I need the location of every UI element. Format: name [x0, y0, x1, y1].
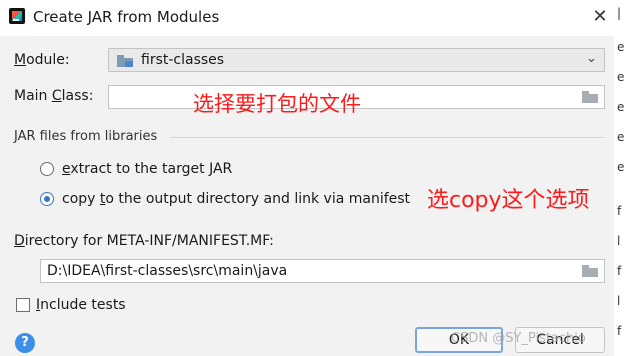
copy-radio[interactable]	[40, 192, 54, 206]
directory-label: Directory for META-INF/MANIFEST.MF:	[14, 233, 274, 249]
close-icon[interactable]: ✕	[590, 7, 610, 27]
module-folder-icon	[117, 55, 133, 67]
module-value: first-classes	[141, 52, 225, 68]
dialog-title: Create JAR from Modules	[33, 8, 220, 26]
help-button[interactable]: ?	[15, 333, 35, 353]
copy-label[interactable]: copy to the output directory and link vi…	[62, 191, 410, 207]
title-bar: Create JAR from Modules ✕	[0, 0, 614, 36]
directory-field[interactable]: D:\IDEA\first-classes\src\main\java	[40, 259, 605, 283]
include-tests-checkbox[interactable]	[16, 298, 30, 312]
watermark: CSDN @SY_Pistachio	[451, 331, 586, 346]
extract-radio[interactable]	[40, 162, 54, 176]
section-divider	[170, 137, 605, 138]
background-window-edge: | e e e eefl flf	[614, 0, 627, 356]
main-class-annotation: 选择要打包的文件	[193, 92, 361, 116]
module-select[interactable]: first-classes ⌄	[108, 48, 605, 72]
directory-value: D:\IDEA\first-classes\src\main\java	[47, 263, 288, 279]
intellij-idea-icon	[9, 8, 25, 24]
copy-annotation: 选copy这个选项	[427, 188, 590, 213]
include-tests-label[interactable]: Include tests	[36, 297, 126, 313]
jar-section-title: JAR files from libraries	[14, 129, 158, 144]
create-jar-dialog: Create JAR from Modules ✕ Module: first-…	[0, 0, 614, 356]
extract-label[interactable]: extract to the target JAR	[62, 161, 232, 177]
browse-folder-icon[interactable]	[582, 91, 598, 103]
module-label: Module:	[14, 52, 70, 68]
chevron-down-icon: ⌄	[586, 51, 597, 66]
main-class-label: Main Class:	[14, 88, 94, 104]
browse-folder-icon[interactable]	[582, 265, 598, 277]
